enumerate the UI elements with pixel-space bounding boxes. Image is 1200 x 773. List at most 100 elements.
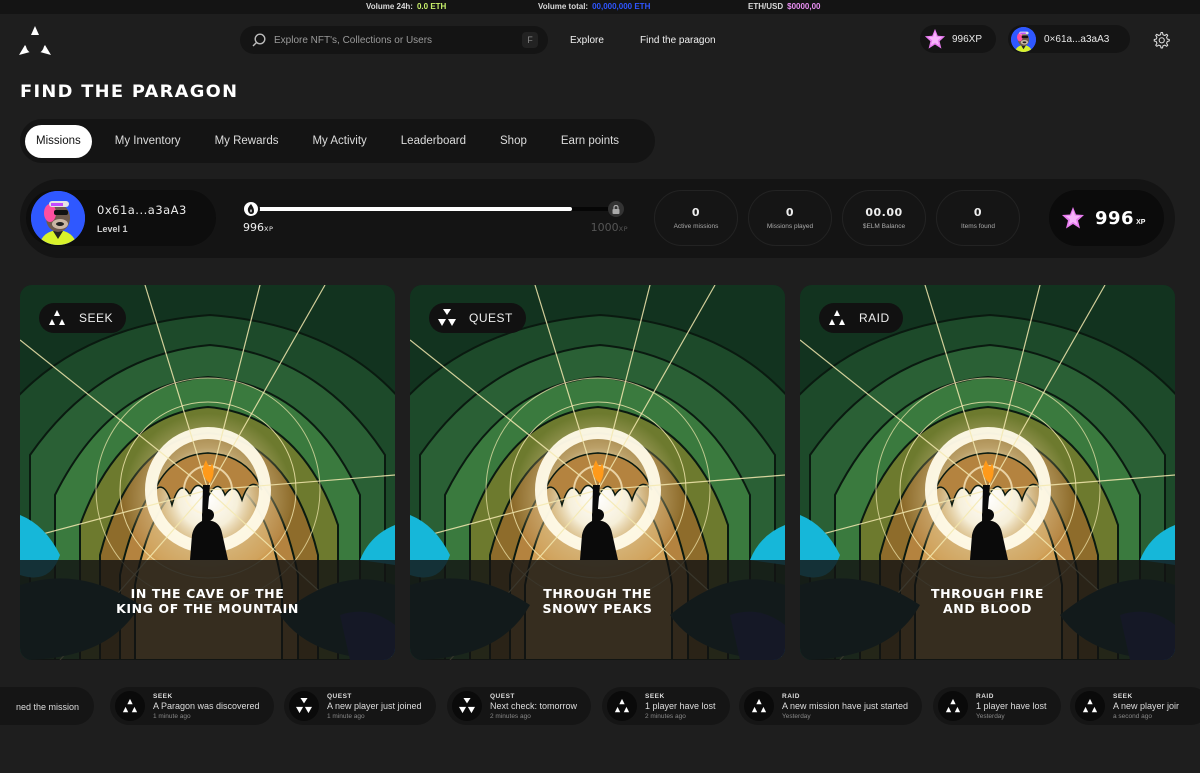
stat-value: 00.00: [865, 206, 903, 219]
gear-icon[interactable]: [1152, 31, 1170, 49]
mission-caption: THROUGH THE SNOWY PEAKS: [410, 560, 785, 660]
page-title: FIND THE PARAGON: [20, 82, 239, 101]
raid-icon: [827, 309, 847, 327]
tab-my-rewards[interactable]: My Rewards: [204, 125, 290, 158]
xp-progress-track: [242, 207, 618, 211]
feed-type: RAID: [976, 692, 994, 700]
xp-max: 1000XP: [591, 221, 628, 234]
xp-max-value: 1000: [590, 221, 619, 234]
stat-active-missions: 0 Active missions: [654, 190, 738, 246]
feed-message: A Paragon was discovered: [153, 700, 260, 711]
xp-total-value: 996: [1095, 207, 1135, 229]
ticker-volume-24h: Volume 24h: 0.0 ETH: [366, 2, 446, 11]
mission-title: IN THE CAVE OF THE KING OF THE MOUNTAIN: [116, 586, 299, 616]
avatar: [31, 191, 85, 245]
stat-label: Missions played: [766, 223, 814, 230]
tab-earn-points[interactable]: Earn points: [550, 125, 630, 158]
search-icon: [252, 33, 266, 47]
flame-icon: [242, 200, 260, 218]
stat-value: 0: [785, 206, 795, 219]
feed-type: SEEK: [1113, 692, 1133, 700]
stat-elm-balance: 00.00 $ELM Balance: [842, 190, 926, 246]
mission-type-label: QUEST: [469, 311, 513, 325]
mission-tabs: Missions My Inventory My Rewards My Acti…: [20, 119, 655, 163]
stat-missions-played: 0 Missions played: [748, 190, 832, 246]
stat-label: Items found: [961, 223, 995, 230]
feed-text: RAID A new mission have just started Yes…: [782, 693, 908, 720]
seek-icon: [115, 691, 145, 721]
activity-feed: ned the mission SEEK A Paragon was disco…: [0, 687, 1200, 725]
lock-icon: [608, 201, 624, 217]
header-xp-value: 996XP: [952, 33, 983, 45]
star-icon: [924, 28, 946, 50]
stat-items-found: 0 Items found: [936, 190, 1020, 246]
account-address: 0×61a...a3aA3: [1044, 33, 1110, 45]
quest-icon: [437, 309, 457, 327]
eth-usd-value: $0000,00: [787, 2, 821, 11]
feed-item[interactable]: SEEK A Paragon was discovered 1 minute a…: [110, 687, 274, 725]
nav-explore[interactable]: Explore: [570, 35, 604, 46]
xp-progress-fill: [242, 207, 572, 211]
search-bar[interactable]: F: [240, 26, 548, 54]
seek-icon: [607, 691, 637, 721]
profile-card[interactable]: 0x61a...a3aA3 Level 1: [26, 190, 216, 246]
ticker-volume-total: Volume total: 00,000,000 ETH: [538, 2, 650, 11]
feed-text: QUEST Next check: tomorrow 2 minutes ago: [490, 693, 577, 720]
mission-title: THROUGH THE SNOWY PEAKS: [542, 586, 653, 616]
mission-type-badge: SEEK: [39, 303, 127, 333]
feed-message: ned the mission: [16, 701, 80, 712]
xp-current-value: 996: [243, 221, 264, 234]
stat-value: 0: [973, 206, 983, 219]
feed-item[interactable]: ned the mission: [0, 687, 94, 725]
feed-time: 1 minute ago: [153, 712, 191, 720]
feed-time: 1 minute ago: [327, 712, 365, 720]
feed-item[interactable]: QUEST A new player just joined 1 minute …: [284, 687, 436, 725]
feed-type: RAID: [782, 692, 800, 700]
feed-type: QUEST: [327, 692, 352, 700]
mission-type-label: RAID: [859, 311, 890, 325]
mission-card-raid[interactable]: RAID THROUGH FIRE AND BLOOD: [800, 285, 1175, 660]
star-icon: [1061, 206, 1085, 230]
feed-text: RAID 1 player have lost Yesterday: [976, 693, 1047, 720]
quest-icon: [452, 691, 482, 721]
volume-24h-value: 0.0 ETH: [416, 2, 447, 11]
tab-missions[interactable]: Missions: [25, 124, 92, 158]
feed-text: SEEK A Paragon was discovered 1 minute a…: [153, 693, 260, 720]
header-xp-badge[interactable]: 996XP: [920, 25, 996, 53]
account-button[interactable]: 0×61a...a3aA3: [1008, 25, 1130, 53]
stat-value: 0: [691, 206, 701, 219]
quest-icon: [289, 691, 319, 721]
feed-message: Next check: tomorrow: [490, 700, 578, 711]
feed-time: Yesterday: [976, 712, 1005, 720]
feed-item[interactable]: SEEK 1 player have lost 2 minutes ago: [602, 687, 730, 725]
feed-time: a second ago: [1113, 712, 1153, 720]
feed-item[interactable]: RAID 1 player have lost Yesterday: [933, 687, 1061, 725]
feed-item[interactable]: RAID A new mission have just started Yes…: [739, 687, 923, 725]
tab-my-activity[interactable]: My Activity: [301, 125, 377, 158]
nav-find-the-paragon[interactable]: Find the paragon: [640, 35, 716, 46]
xp-total-badge: 996 XP: [1049, 190, 1164, 246]
xp-current: 996XP: [243, 221, 273, 234]
seek-icon: [47, 309, 67, 327]
feed-text: QUEST A new player just joined 1 minute …: [327, 693, 422, 720]
feed-text: SEEK 1 player have lost 2 minutes ago: [645, 693, 716, 720]
feed-item[interactable]: QUEST Next check: tomorrow 2 minutes ago: [447, 687, 592, 725]
paragon-logo-icon[interactable]: [18, 26, 52, 56]
tab-shop[interactable]: Shop: [489, 125, 538, 158]
mission-card-quest[interactable]: QUEST THROUGH THE SNOWY PEAKS: [410, 285, 785, 660]
tab-my-inventory[interactable]: My Inventory: [104, 125, 192, 158]
mission-card-seek[interactable]: SEEK IN THE CAVE OF THE KING OF THE MOUN…: [20, 285, 395, 660]
feed-time: 2 minutes ago: [645, 712, 686, 720]
profile-address: 0x61a...a3aA3: [97, 203, 187, 217]
xp-max-unit: XP: [618, 225, 628, 233]
mission-caption: THROUGH FIRE AND BLOOD: [800, 560, 1175, 660]
feed-message: A new mission have just started: [782, 700, 909, 711]
tab-leaderboard[interactable]: Leaderboard: [390, 125, 477, 158]
seek-icon: [1075, 691, 1105, 721]
search-input[interactable]: [274, 34, 522, 46]
feed-type: SEEK: [153, 692, 173, 700]
feed-type: QUEST: [490, 692, 515, 700]
mission-title: THROUGH FIRE AND BLOOD: [930, 586, 1045, 616]
feed-text: ned the mission: [16, 701, 79, 712]
feed-item[interactable]: SEEK A new player joir a second ago: [1070, 687, 1200, 725]
